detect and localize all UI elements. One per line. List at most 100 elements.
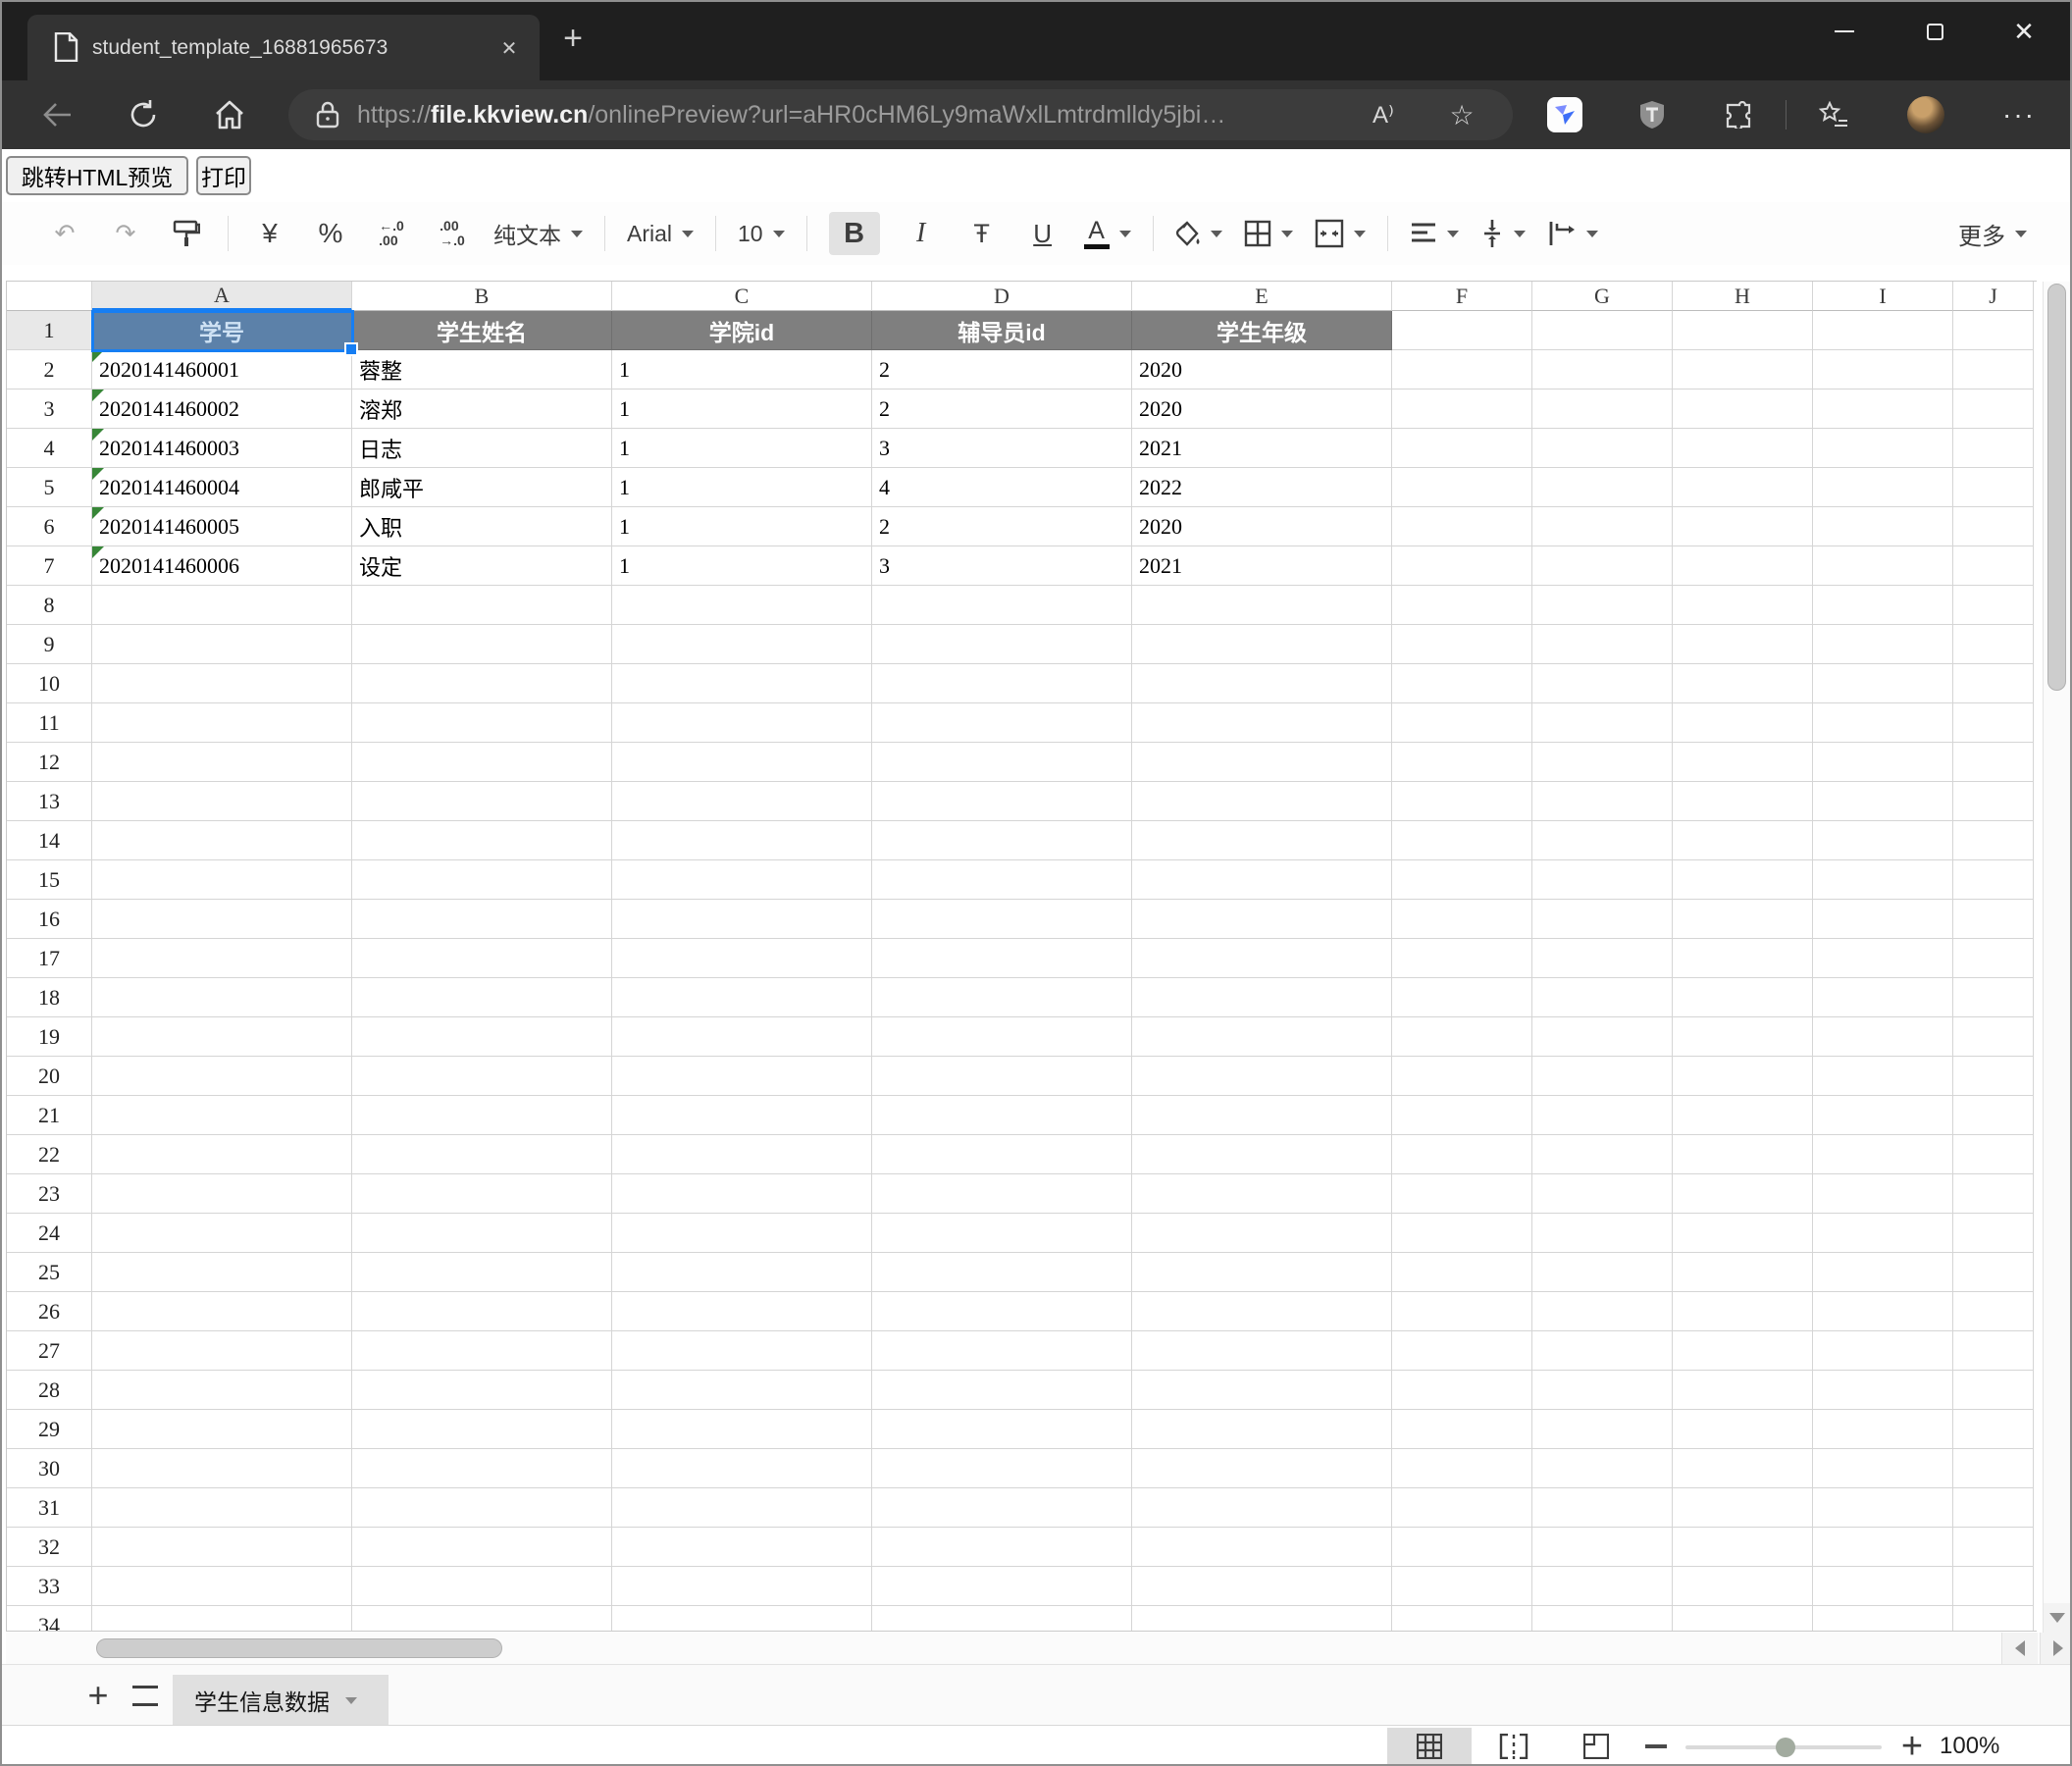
cell-D24[interactable] <box>872 1214 1132 1253</box>
cell-A33[interactable] <box>92 1567 352 1606</box>
cell-F13[interactable] <box>1392 782 1532 821</box>
cell-F12[interactable] <box>1392 743 1532 782</box>
cell-J3[interactable] <box>1953 390 2034 429</box>
column-header-J[interactable]: J <box>1953 282 2034 311</box>
borders-dropdown[interactable] <box>1244 212 1293 255</box>
cell-H3[interactable] <box>1673 390 1813 429</box>
format-painter-button[interactable] <box>167 212 206 255</box>
cell-I28[interactable] <box>1813 1371 1953 1410</box>
cell-D23[interactable] <box>872 1174 1132 1214</box>
cell-E16[interactable] <box>1132 900 1392 939</box>
cell-E29[interactable] <box>1132 1410 1392 1449</box>
row-header-24[interactable]: 24 <box>7 1214 92 1253</box>
cell-B24[interactable] <box>352 1214 612 1253</box>
cell-H5[interactable] <box>1673 468 1813 507</box>
cell-D11[interactable] <box>872 703 1132 743</box>
cell-J8[interactable] <box>1953 586 2034 625</box>
cell-I26[interactable] <box>1813 1292 1953 1331</box>
row-header-16[interactable]: 16 <box>7 900 92 939</box>
row-header-8[interactable]: 8 <box>7 586 92 625</box>
cell-D8[interactable] <box>872 586 1132 625</box>
extension-bird-icon[interactable] <box>1547 97 1582 132</box>
new-tab-button[interactable]: + <box>555 22 591 57</box>
cell-A17[interactable] <box>92 939 352 978</box>
underline-button[interactable]: U <box>1023 212 1062 255</box>
cell-G27[interactable] <box>1532 1331 1673 1371</box>
cell-D16[interactable] <box>872 900 1132 939</box>
url-text[interactable]: https://file.kkview.cn/onlinePreview?url… <box>357 89 1397 140</box>
cell-B23[interactable] <box>352 1174 612 1214</box>
cell-C1[interactable]: 学院id <box>612 311 872 350</box>
cell-H9[interactable] <box>1673 625 1813 664</box>
cell-D6[interactable]: 2 <box>872 507 1132 546</box>
cell-I17[interactable] <box>1813 939 1953 978</box>
cell-C22[interactable] <box>612 1135 872 1174</box>
cell-E1[interactable]: 学生年级 <box>1132 311 1392 350</box>
cell-B32[interactable] <box>352 1528 612 1567</box>
cell-I8[interactable] <box>1813 586 1953 625</box>
cell-D30[interactable] <box>872 1449 1132 1488</box>
cell-H29[interactable] <box>1673 1410 1813 1449</box>
cell-A3[interactable]: 2020141460002 <box>92 390 352 429</box>
cell-C20[interactable] <box>612 1057 872 1096</box>
more-tools-dropdown[interactable]: 更多 <box>1958 212 2027 255</box>
cell-G1[interactable] <box>1532 311 1673 350</box>
cell-H17[interactable] <box>1673 939 1813 978</box>
cell-C25[interactable] <box>612 1253 872 1292</box>
cell-E14[interactable] <box>1132 821 1392 860</box>
cell-B22[interactable] <box>352 1135 612 1174</box>
cell-G33[interactable] <box>1532 1567 1673 1606</box>
cell-I29[interactable] <box>1813 1410 1953 1449</box>
cell-F2[interactable] <box>1392 350 1532 390</box>
cell-D12[interactable] <box>872 743 1132 782</box>
cell-A19[interactable] <box>92 1017 352 1057</box>
cell-C33[interactable] <box>612 1567 872 1606</box>
cell-A9[interactable] <box>92 625 352 664</box>
cell-C31[interactable] <box>612 1488 872 1528</box>
scroll-left-button[interactable] <box>2001 1633 2038 1664</box>
home-button[interactable] <box>202 80 257 149</box>
browser-tab[interactable]: student_template_16881965673 ✕ <box>27 15 540 82</box>
cell-B7[interactable]: 设定 <box>352 546 612 586</box>
cell-G5[interactable] <box>1532 468 1673 507</box>
row-header-33[interactable]: 33 <box>7 1567 92 1606</box>
cell-H33[interactable] <box>1673 1567 1813 1606</box>
cell-B27[interactable] <box>352 1331 612 1371</box>
cell-E3[interactable]: 2020 <box>1132 390 1392 429</box>
cell-I10[interactable] <box>1813 664 1953 703</box>
strikethrough-button[interactable]: Ŧ <box>962 212 1002 255</box>
cell-C24[interactable] <box>612 1214 872 1253</box>
cell-A6[interactable]: 2020141460005 <box>92 507 352 546</box>
horizontal-scrollbar[interactable] <box>6 1633 2072 1664</box>
cell-C4[interactable]: 1 <box>612 429 872 468</box>
cell-F18[interactable] <box>1392 978 1532 1017</box>
cell-H32[interactable] <box>1673 1528 1813 1567</box>
cell-A14[interactable] <box>92 821 352 860</box>
cell-G12[interactable] <box>1532 743 1673 782</box>
cell-C18[interactable] <box>612 978 872 1017</box>
cell-F33[interactable] <box>1392 1567 1532 1606</box>
cell-D32[interactable] <box>872 1528 1132 1567</box>
cell-H24[interactable] <box>1673 1214 1813 1253</box>
row-header-27[interactable]: 27 <box>7 1331 92 1371</box>
cell-J18[interactable] <box>1953 978 2034 1017</box>
window-minimize-button[interactable] <box>1814 2 1875 61</box>
vertical-align-dropdown[interactable] <box>1480 212 1526 255</box>
favorite-star-button[interactable]: ☆ <box>1436 89 1487 140</box>
cell-C29[interactable] <box>612 1410 872 1449</box>
scroll-right-button[interactable] <box>2040 1633 2072 1664</box>
cell-G2[interactable] <box>1532 350 1673 390</box>
cell-I18[interactable] <box>1813 978 1953 1017</box>
cell-I19[interactable] <box>1813 1017 1953 1057</box>
cell-J29[interactable] <box>1953 1410 2034 1449</box>
cell-H6[interactable] <box>1673 507 1813 546</box>
cell-C16[interactable] <box>612 900 872 939</box>
cell-J17[interactable] <box>1953 939 2034 978</box>
cell-G29[interactable] <box>1532 1410 1673 1449</box>
cell-H21[interactable] <box>1673 1096 1813 1135</box>
cell-E25[interactable] <box>1132 1253 1392 1292</box>
cell-A27[interactable] <box>92 1331 352 1371</box>
font-size-dropdown[interactable]: 10 <box>738 212 785 255</box>
row-header-31[interactable]: 31 <box>7 1488 92 1528</box>
cell-J21[interactable] <box>1953 1096 2034 1135</box>
